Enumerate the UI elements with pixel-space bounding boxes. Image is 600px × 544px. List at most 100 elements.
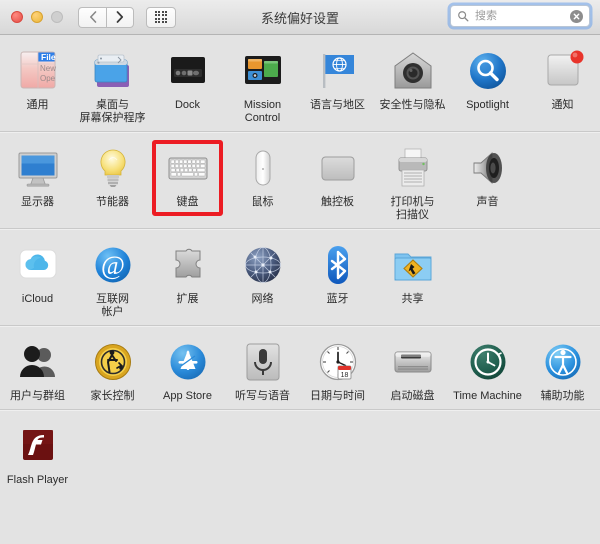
pref-item-label: 显示器	[21, 196, 54, 208]
energy-saver-icon	[89, 144, 137, 192]
pref-item-sharing[interactable]: 共享	[375, 238, 450, 312]
pref-item-label: iCloud	[21, 293, 54, 305]
pref-item-label: 启动磁盘	[390, 390, 435, 402]
back-button[interactable]	[78, 6, 106, 28]
pref-item-label: 语言与地区	[310, 99, 365, 111]
pref-item-startup-disk[interactable]: 启动磁盘	[375, 335, 450, 409]
pref-item-sound[interactable]: 声音	[450, 141, 525, 215]
svg-text:Ope: Ope	[40, 74, 56, 83]
pref-item-label: 节能器	[96, 196, 129, 208]
extensions-icon	[164, 241, 212, 289]
pref-item-keyboard[interactable]: 键盘	[150, 140, 225, 216]
notifications-icon	[539, 47, 587, 95]
close-button[interactable]	[11, 11, 23, 23]
pref-item-mission-control[interactable]: Mission Control	[225, 44, 300, 131]
pref-item-energy-saver[interactable]: 节能器	[75, 141, 150, 215]
pref-item-label: Mission Control	[243, 99, 282, 124]
pref-item-date-time[interactable]: 18 日期与时间	[300, 335, 375, 409]
internet-accounts-icon: @	[89, 241, 137, 289]
preferences-row: Flash Player	[0, 410, 600, 493]
pref-item-accessibility[interactable]: 辅助功能	[525, 335, 600, 409]
pref-item-label: Spotlight	[466, 99, 509, 111]
parental-controls-icon	[89, 338, 137, 386]
pref-item-mouse[interactable]: 鼠标	[225, 141, 300, 215]
system-preferences-window: 系统偏好设置 搜索 File New Ope 通用 桌面与 屏幕保护程序 Doc…	[0, 0, 600, 544]
security-privacy-icon	[389, 47, 437, 95]
chevron-right-icon	[116, 11, 124, 23]
pref-item-label: 鼠标	[251, 196, 274, 208]
mouse-icon	[239, 144, 287, 192]
pref-item-label: 家长控制	[90, 390, 135, 402]
search-field[interactable]	[450, 5, 590, 27]
close-icon	[573, 13, 580, 19]
dock-icon	[164, 47, 212, 95]
pref-item-security[interactable]: 安全性与隐私	[375, 44, 450, 118]
pref-item-label: App Store	[163, 390, 212, 402]
sound-icon	[464, 144, 512, 192]
pref-item-label: 用户与群组	[10, 390, 65, 402]
pref-item-spotlight[interactable]: Spotlight	[450, 44, 525, 118]
mission-control-icon	[239, 47, 287, 95]
search-icon	[458, 11, 469, 22]
icloud-icon	[14, 241, 62, 289]
window-titlebar: 系统偏好设置	[0, 0, 600, 35]
pref-item-notifications[interactable]: 通知	[525, 44, 600, 118]
pref-item-app-store[interactable]: App Store	[150, 335, 225, 409]
pref-item-label: 安全性与隐私	[379, 99, 446, 111]
show-all-button[interactable]	[146, 6, 176, 28]
pref-item-bluetooth[interactable]: 蓝牙	[300, 238, 375, 312]
keyboard-icon	[164, 144, 212, 192]
traffic-lights	[11, 11, 63, 23]
pref-item-displays[interactable]: 显示器	[0, 141, 75, 215]
search-input[interactable]	[473, 9, 570, 23]
pref-item-label: 通知	[551, 99, 574, 111]
pref-item-parental-controls[interactable]: 家长控制	[75, 335, 150, 409]
pref-item-label: 通用	[26, 99, 49, 111]
forward-button[interactable]	[106, 6, 134, 28]
network-icon	[239, 241, 287, 289]
pref-item-users-groups[interactable]: 用户与群组	[0, 335, 75, 409]
users-groups-icon	[14, 338, 62, 386]
flash-player-icon	[14, 422, 62, 470]
pref-item-label: 听写与语音	[235, 390, 290, 402]
pref-item-desktop[interactable]: 桌面与 屏幕保护程序	[75, 44, 150, 131]
sharing-icon	[389, 241, 437, 289]
pref-item-network[interactable]: 网络	[225, 238, 300, 312]
search-container	[450, 5, 590, 27]
pref-item-label: 共享	[401, 293, 424, 305]
minimize-button[interactable]	[31, 11, 43, 23]
pref-item-language[interactable]: 语言与地区	[300, 44, 375, 118]
pref-item-label: 辅助功能	[540, 390, 585, 402]
preferences-grid: File New Ope 通用 桌面与 屏幕保护程序 Dock Mission …	[0, 35, 600, 544]
pref-item-internet-accounts[interactable]: @ 互联网 帐户	[75, 238, 150, 325]
chevron-left-icon	[89, 11, 96, 23]
pref-item-trackpad[interactable]: 触控板	[300, 141, 375, 215]
pref-item-dock[interactable]: Dock	[150, 44, 225, 118]
pref-item-label: 桌面与 屏幕保护程序	[79, 99, 146, 124]
preferences-row: iCloud @ 互联网 帐户 扩展 网络 蓝牙 共享	[0, 229, 600, 326]
pref-item-flash-player[interactable]: Flash Player	[0, 419, 75, 493]
preferences-row: File New Ope 通用 桌面与 屏幕保护程序 Dock Mission …	[0, 35, 600, 132]
pref-item-general[interactable]: File New Ope 通用	[0, 44, 75, 118]
pref-item-printers[interactable]: 打印机与 扫描仪	[375, 141, 450, 228]
pref-item-extensions[interactable]: 扩展	[150, 238, 225, 312]
zoom-button	[51, 11, 63, 23]
pref-item-label: 扩展	[176, 293, 199, 305]
clear-search-button[interactable]	[570, 9, 583, 23]
pref-item-label: 网络	[251, 293, 274, 305]
pref-item-time-machine[interactable]: Time Machine	[450, 335, 525, 409]
svg-text:18: 18	[340, 372, 348, 379]
pref-item-label: 打印机与 扫描仪	[390, 196, 435, 221]
preferences-row: 用户与群组 家长控制 App Store 听写与语音 18 日期与时间 启动磁盘…	[0, 326, 600, 410]
pref-item-dictation-speech[interactable]: 听写与语音	[225, 335, 300, 409]
pref-item-label: 键盘	[176, 196, 199, 208]
pref-item-label: Flash Player	[6, 474, 69, 486]
dictation-speech-icon	[239, 338, 287, 386]
pref-item-label: 声音	[476, 196, 499, 208]
pref-item-label: 触控板	[321, 196, 354, 208]
svg-text:New: New	[40, 64, 56, 73]
startup-disk-icon	[389, 338, 437, 386]
bluetooth-icon	[314, 241, 362, 289]
time-machine-icon	[464, 338, 512, 386]
pref-item-icloud[interactable]: iCloud	[0, 238, 75, 312]
